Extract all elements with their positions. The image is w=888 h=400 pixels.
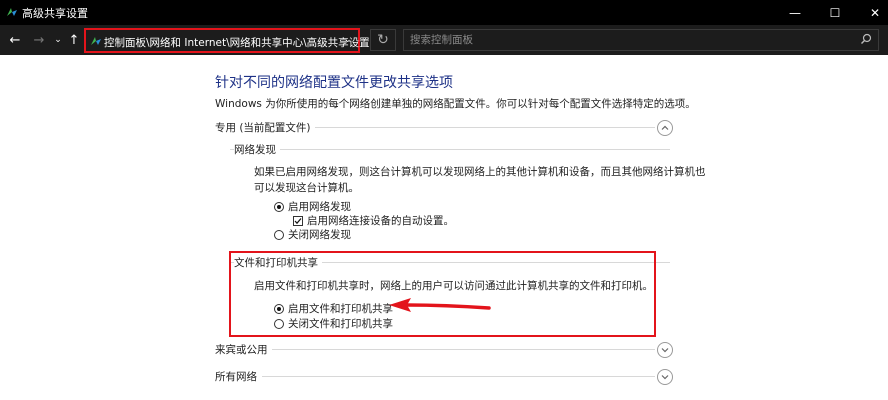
description-line: 如果已启用网络发现，则这台计算机可以发现网络上的其他计算机和设备，而且其他网络计…	[254, 166, 706, 178]
description-line: 可以发现这台计算机。	[254, 182, 359, 194]
network-discovery-off-option[interactable]: 关闭网络发现	[274, 227, 351, 242]
network-discovery-description: 如果已启用网络发现，则这台计算机可以发现网络上的其他计算机和设备，而且其他网络计…	[254, 164, 706, 196]
control-panel-icon	[91, 37, 101, 45]
expand-guest-button[interactable]	[657, 342, 673, 358]
network-discovery-on-option[interactable]: 启用网络发现	[274, 199, 351, 214]
close-button[interactable]: ✕	[852, 0, 888, 25]
chevron-down-icon	[661, 348, 669, 353]
navigation-bar: ← → ⌄ ↑ 控制面板\网络和 Internet\网络和共享中心\高级共享设置…	[0, 25, 888, 55]
guest-public-title[interactable]: 来宾或公用	[215, 342, 272, 357]
option-label: 启用网络连接设备的自动设置。	[307, 215, 454, 227]
collapse-private-button[interactable]	[657, 120, 673, 136]
radio-button[interactable]	[274, 201, 284, 212]
recent-locations-button[interactable]: ⌄	[52, 29, 64, 51]
option-label: 关闭网络发现	[288, 229, 351, 241]
search-icon[interactable]	[860, 33, 872, 45]
checkmark-icon	[294, 217, 302, 224]
back-button[interactable]: ←	[6, 29, 24, 51]
private-profile-title[interactable]: 专用 (当前配置文件)	[215, 120, 315, 135]
page-heading: 针对不同的网络配置文件更改共享选项	[215, 75, 453, 91]
search-input[interactable]	[410, 32, 850, 48]
search-box[interactable]	[403, 29, 879, 51]
up-button[interactable]: ↑	[66, 29, 82, 51]
annotation-highlight-box	[229, 251, 656, 337]
subsection-divider	[230, 149, 670, 150]
checkbox[interactable]	[293, 215, 303, 226]
chevron-down-icon	[661, 375, 669, 380]
section-divider	[300, 127, 655, 128]
forward-button[interactable]: →	[30, 29, 48, 51]
expand-all-networks-button[interactable]	[657, 369, 673, 385]
chevron-up-icon	[661, 125, 669, 130]
annotation-arrow-icon	[389, 298, 491, 312]
auto-setup-option[interactable]: 启用网络连接设备的自动设置。	[293, 213, 454, 228]
option-label: 启用网络发现	[288, 201, 351, 213]
all-networks-title[interactable]: 所有网络	[215, 369, 261, 384]
network-icon	[7, 8, 17, 16]
address-dropdown-icon[interactable]: ⌄	[344, 35, 352, 45]
refresh-button[interactable]: ↻	[370, 29, 396, 51]
intro-text: Windows 为你所使用的每个网络创建单独的网络配置文件。你可以针对每个配置文…	[215, 98, 696, 110]
section-divider	[262, 376, 655, 377]
radio-button[interactable]	[274, 229, 284, 240]
address-bar[interactable]: 控制面板\网络和 Internet\网络和共享中心\高级共享设置 ⌄	[84, 28, 370, 53]
breadcrumb[interactable]: 控制面板\网络和 Internet\网络和共享中心\高级共享设置	[104, 35, 370, 50]
network-discovery-title: 网络发现	[234, 142, 280, 157]
window-title: 高级共享设置	[22, 7, 88, 20]
section-divider	[262, 349, 655, 350]
title-bar: 高级共享设置 — ☐ ✕	[0, 0, 888, 25]
